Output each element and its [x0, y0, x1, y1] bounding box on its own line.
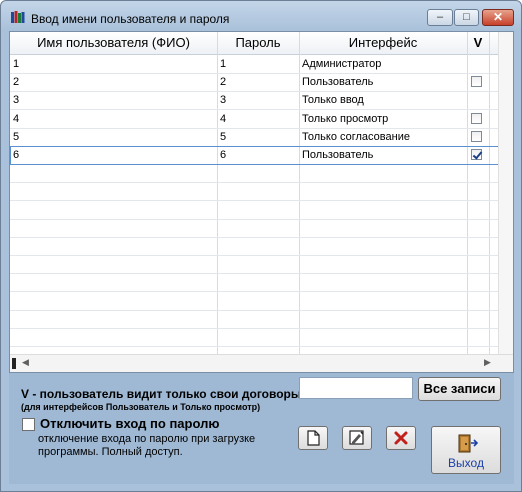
- table-row[interactable]: 2 2 Пользователь: [10, 73, 500, 92]
- table-row[interactable]: [10, 292, 500, 311]
- cell-name: 4: [13, 113, 20, 125]
- row-visibility-checkbox[interactable]: [471, 76, 482, 87]
- window-title: Ввод имени пользователя и пароля: [31, 12, 230, 26]
- cell-password: 1: [220, 58, 227, 70]
- table-row[interactable]: 4 4 Только просмотр: [10, 110, 500, 129]
- cell-name: 6: [13, 149, 20, 161]
- cell-name: 2: [13, 76, 20, 88]
- cell-interface: Администратор: [302, 58, 382, 70]
- minimize-button[interactable]: –: [427, 9, 453, 26]
- cell-interface: Пользователь: [302, 76, 374, 88]
- legend-subtext: (для интерфейсов Пользователь и Только п…: [21, 402, 261, 412]
- cell-name: 1: [13, 58, 20, 70]
- disable-password-checkbox[interactable]: [22, 418, 35, 431]
- all-records-button[interactable]: Все записи: [418, 377, 501, 401]
- login-users-window: Ввод имени пользователя и пароля – □ ✕ И…: [0, 0, 522, 492]
- cell-interface: Только просмотр: [302, 113, 389, 125]
- disable-password-label[interactable]: Отключить вход по паролю: [40, 416, 219, 431]
- scroll-left-icon[interactable]: ◀: [22, 357, 29, 368]
- minimize-icon: –: [436, 11, 444, 23]
- books-icon: [11, 11, 25, 23]
- cell-password: 4: [220, 113, 227, 125]
- legend-text: V - пользователь видит только свои догов…: [21, 387, 302, 401]
- table-row[interactable]: 1 1 Администратор: [10, 55, 500, 74]
- scroll-right-icon[interactable]: ▶: [484, 357, 491, 368]
- client-area: Имя пользователя (ФИО) Пароль Интерфейс …: [9, 31, 514, 484]
- vertical-scrollbar[interactable]: [498, 32, 513, 355]
- table-row[interactable]: [10, 273, 500, 292]
- edit-record-button[interactable]: [342, 426, 372, 450]
- cell-password: 5: [220, 131, 227, 143]
- row-visibility-checkbox[interactable]: [471, 131, 482, 142]
- search-input[interactable]: [299, 377, 413, 399]
- edit-icon: [349, 430, 364, 445]
- scroll-thumb[interactable]: [12, 358, 16, 369]
- table-row[interactable]: [10, 182, 500, 201]
- close-icon: ✕: [492, 10, 504, 24]
- table-row[interactable]: [10, 255, 500, 274]
- cell-interface: Только согласование: [302, 131, 410, 143]
- cell-password: 6: [220, 149, 227, 161]
- cell-name: 5: [13, 131, 20, 143]
- column-header-name[interactable]: Имя пользователя (ФИО): [10, 32, 217, 54]
- delete-icon: [394, 431, 408, 445]
- column-header-interface[interactable]: Интерфейс: [299, 32, 467, 54]
- cell-password: 3: [220, 94, 227, 106]
- horizontal-scrollbar[interactable]: ◀ ▶: [10, 354, 513, 372]
- table-row[interactable]: 5 5 Только согласование: [10, 128, 500, 147]
- disable-password-description: отключение входа по паролю при загрузке …: [38, 433, 256, 458]
- column-header-password[interactable]: Пароль: [217, 32, 299, 54]
- table-row[interactable]: [10, 219, 500, 238]
- maximize-button[interactable]: □: [454, 9, 479, 26]
- delete-record-button[interactable]: [386, 426, 416, 450]
- new-document-icon: [307, 430, 320, 446]
- table-row[interactable]: [10, 164, 500, 183]
- close-button[interactable]: ✕: [482, 9, 514, 26]
- grid-header: Имя пользователя (ФИО) Пароль Интерфейс …: [10, 32, 513, 55]
- table-row[interactable]: [10, 201, 500, 220]
- title-bar[interactable]: Ввод имени пользователя и пароля – □ ✕: [1, 1, 521, 31]
- cell-password: 2: [220, 76, 227, 88]
- table-row[interactable]: [10, 237, 500, 256]
- table-row[interactable]: [10, 310, 500, 329]
- table-row[interactable]: 3 3 Только ввод: [10, 91, 500, 110]
- table-row[interactable]: [10, 328, 500, 347]
- users-grid[interactable]: Имя пользователя (ФИО) Пароль Интерфейс …: [9, 31, 514, 373]
- row-visibility-checkbox[interactable]: [471, 113, 482, 124]
- cell-name: 3: [13, 94, 20, 106]
- column-header-v[interactable]: V: [467, 32, 489, 54]
- exit-label: Выход: [448, 456, 484, 470]
- row-visibility-checkbox[interactable]: [471, 149, 482, 160]
- exit-door-icon: [458, 434, 479, 453]
- new-record-button[interactable]: [298, 426, 328, 450]
- cell-interface: Только ввод: [302, 94, 364, 106]
- table-row[interactable]: 6 6 Пользователь: [10, 146, 500, 165]
- maximize-icon: □: [463, 11, 470, 23]
- cell-interface: Пользователь: [302, 149, 374, 161]
- exit-button[interactable]: Выход: [431, 426, 501, 474]
